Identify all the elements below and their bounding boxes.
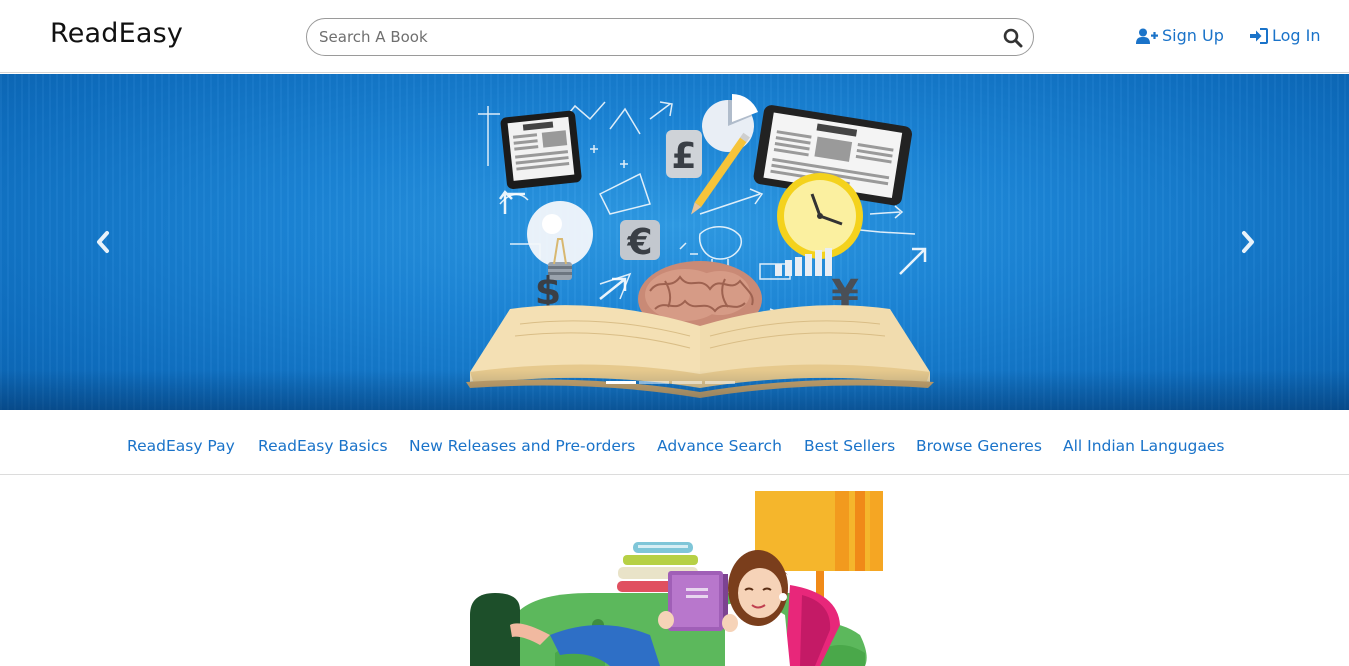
category-link-new-releases[interactable]: New Releases and Pre-orders bbox=[409, 437, 635, 455]
signup-label: Sign Up bbox=[1162, 26, 1224, 45]
user-plus-icon bbox=[1136, 28, 1158, 44]
carousel-indicator[interactable] bbox=[672, 381, 702, 384]
login-link[interactable]: Log In bbox=[1250, 26, 1321, 45]
carousel-indicator[interactable] bbox=[705, 381, 735, 384]
chevron-right-icon bbox=[1242, 231, 1254, 253]
chevron-left-icon bbox=[97, 231, 109, 253]
carousel-shadow bbox=[0, 370, 1349, 410]
category-link-browse-genres[interactable]: Browse Generes bbox=[916, 437, 1042, 455]
login-label: Log In bbox=[1272, 26, 1321, 45]
carousel-prev-button[interactable] bbox=[88, 224, 118, 260]
search-button[interactable] bbox=[1001, 26, 1025, 50]
top-navbar: ReadEasy Sign Up Log In bbox=[0, 0, 1349, 73]
carousel-indicator[interactable] bbox=[606, 381, 636, 384]
hero-carousel: £ € $ ¥ bbox=[0, 74, 1349, 410]
carousel-indicators bbox=[606, 381, 735, 384]
search-input[interactable] bbox=[319, 25, 979, 49]
search-icon bbox=[1003, 28, 1023, 48]
reading-woman-illustration bbox=[470, 491, 883, 666]
carousel-next-button[interactable] bbox=[1233, 224, 1263, 260]
svg-text:€: € bbox=[626, 222, 652, 263]
category-link-indian-languages[interactable]: All Indian Langugaes bbox=[1063, 437, 1225, 455]
category-nav: ReadEasy Pay ReadEasy Basics New Release… bbox=[0, 410, 1349, 475]
category-link-best-sellers[interactable]: Best Sellers bbox=[804, 437, 895, 455]
carousel-indicator[interactable] bbox=[639, 381, 669, 384]
signup-link[interactable]: Sign Up bbox=[1136, 26, 1224, 45]
search-bar bbox=[306, 18, 1034, 56]
svg-text:£: £ bbox=[671, 136, 696, 177]
category-link-readeasy-pay[interactable]: ReadEasy Pay bbox=[127, 437, 235, 455]
sign-in-icon bbox=[1250, 27, 1268, 44]
carousel-slide-illustration: £ € $ ¥ bbox=[466, 94, 934, 398]
category-link-advance-search[interactable]: Advance Search bbox=[657, 437, 782, 455]
brand-logo[interactable]: ReadEasy bbox=[50, 18, 183, 49]
category-link-readeasy-basics[interactable]: ReadEasy Basics bbox=[258, 437, 388, 455]
